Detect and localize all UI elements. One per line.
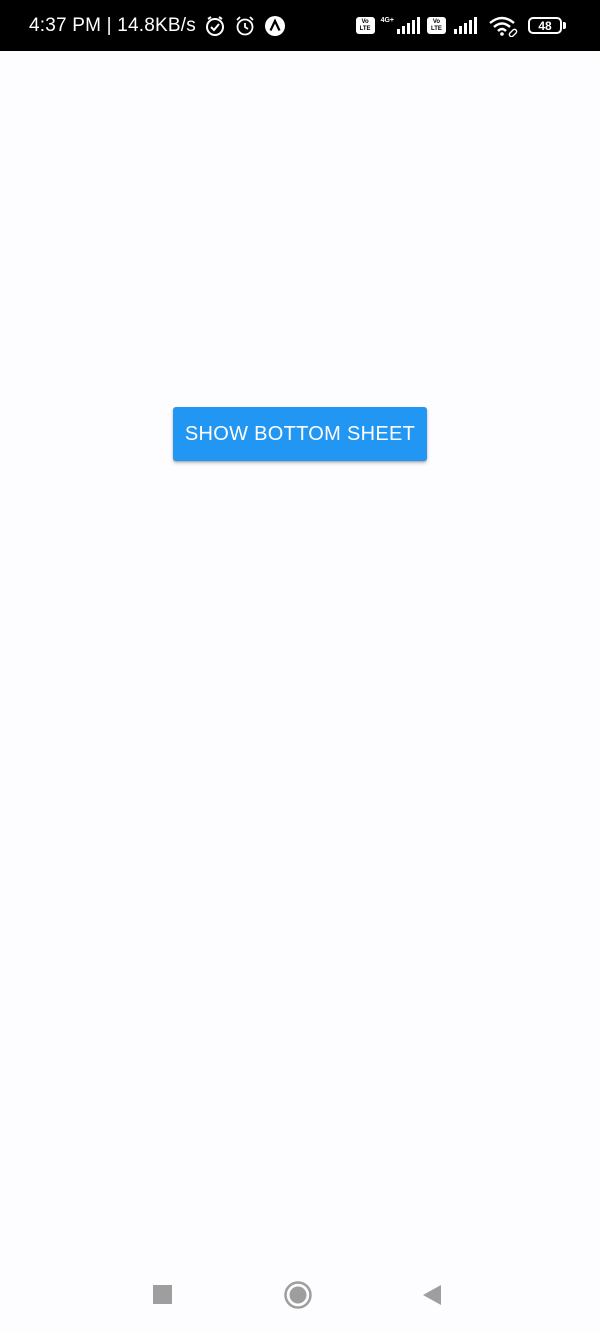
status-bar: 4:37 PM | 14.8KB/s Vo LTE 4G+ Vo LTE 48 <box>0 0 600 51</box>
home-circle-icon[interactable] <box>274 1271 322 1319</box>
recents-square-icon[interactable] <box>139 1271 187 1319</box>
signal-icon-sim1: 4G+ <box>380 16 421 35</box>
wifi-icon <box>488 15 518 37</box>
volte-icon: Vo LTE <box>355 17 375 34</box>
alarm-icon <box>234 15 256 37</box>
main-content: SHOW BOTTOM SHEET <box>0 51 600 1261</box>
volte-top-label: Vo <box>432 18 441 25</box>
volte-icon-sim2: Vo LTE <box>427 17 446 34</box>
volte-bottom-label: LTE <box>431 25 442 32</box>
status-right: Vo LTE 4G+ Vo LTE 48 <box>355 15 566 37</box>
signal-icon-sim2 <box>452 16 478 35</box>
network-type-label: 4G+ <box>380 16 394 24</box>
volte-top-label: Vo <box>361 18 369 25</box>
volte-bottom-label: LTE <box>359 25 371 32</box>
vpn-shield-icon <box>204 15 226 37</box>
back-triangle-icon[interactable] <box>408 1271 456 1319</box>
battery-icon: 48 <box>528 17 566 34</box>
navigation-bar <box>0 1261 600 1333</box>
app-notification-icon <box>264 15 286 37</box>
show-bottom-sheet-button[interactable]: SHOW BOTTOM SHEET <box>173 407 427 461</box>
battery-level: 48 <box>528 17 562 34</box>
time-and-speed: 4:37 PM | 14.8KB/s <box>29 14 196 36</box>
status-left: 4:37 PM | 14.8KB/s <box>29 15 286 37</box>
battery-tip <box>563 22 566 29</box>
